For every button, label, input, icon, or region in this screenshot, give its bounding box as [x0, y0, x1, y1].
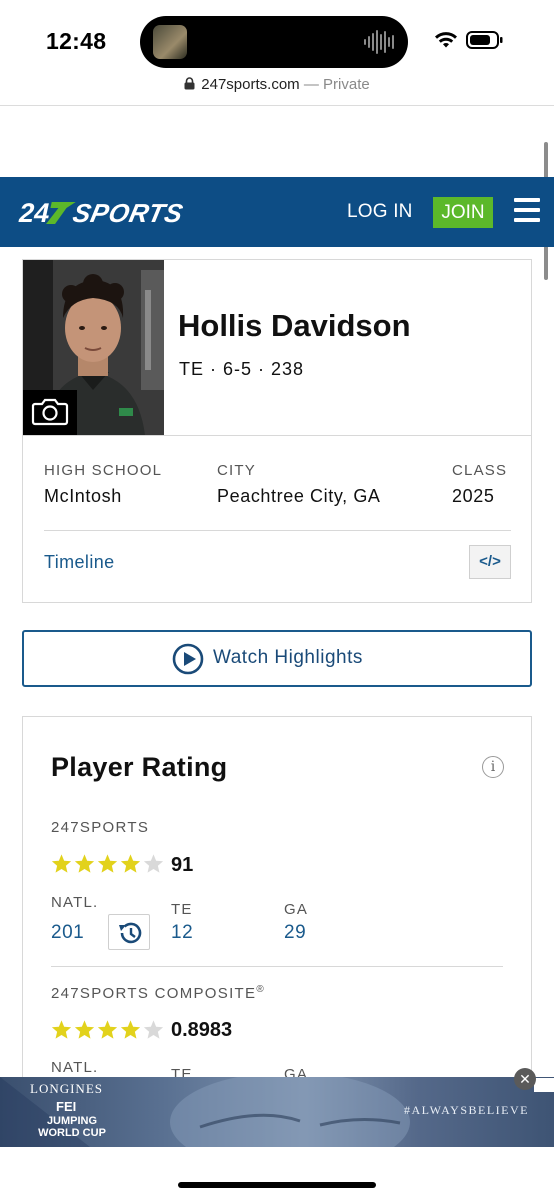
private-mode-label: Private: [323, 76, 370, 93]
svg-text:SPORTS: SPORTS: [70, 198, 186, 228]
national-rank-value[interactable]: 201: [51, 922, 84, 944]
info-icon[interactable]: i: [482, 756, 504, 778]
247sports-star-rating: [51, 853, 164, 875]
national-rank-label: NATL.: [51, 894, 99, 911]
embed-code-button[interactable]: </>: [469, 545, 511, 579]
registered-mark: ®: [256, 984, 265, 995]
divider: [51, 966, 503, 967]
star-filled-icon: [120, 1020, 141, 1039]
dynamic-island[interactable]: [140, 16, 408, 68]
high-school-label: HIGH SCHOOL: [44, 462, 163, 479]
rating-title: Player Rating: [51, 752, 228, 782]
player-photo[interactable]: [23, 260, 164, 435]
audio-waveform-icon: [364, 30, 394, 54]
ad-slogan: #ALWAYSBELIEVE: [404, 1103, 529, 1117]
star-empty-icon: [143, 854, 164, 873]
bottom-safe-area: [0, 1147, 554, 1200]
browser-url-bar[interactable]: 247sports.com — Private: [0, 70, 554, 106]
site-logo[interactable]: 24 SPORTS: [17, 196, 209, 228]
clock: 12:48: [46, 28, 107, 54]
ad-close-button[interactable]: ✕: [514, 1068, 536, 1090]
history-icon: [119, 922, 142, 944]
photo-gallery-button[interactable]: [23, 390, 77, 435]
composite-rating-value: 0.8983: [171, 1019, 233, 1041]
url-separator: —: [299, 76, 324, 93]
star-filled-icon: [74, 854, 95, 873]
watch-highlights-button[interactable]: Watch Highlights: [22, 630, 532, 687]
timeline-link[interactable]: Timeline: [44, 552, 115, 573]
state-rank-label: GA: [284, 901, 309, 918]
url-domain: 247sports.com: [201, 76, 300, 93]
watch-highlights-label: Watch Highlights: [213, 647, 363, 668]
position-rank-value[interactable]: 12: [171, 922, 193, 944]
composite-rating-label: 247SPORTS COMPOSITE®: [51, 984, 265, 1002]
ad-choices-icon[interactable]: [534, 1078, 554, 1092]
state-rank-value[interactable]: 29: [284, 922, 306, 944]
divider: [164, 435, 532, 436]
camera-icon: [31, 398, 69, 426]
status-bar: 12:48: [0, 0, 554, 70]
star-filled-icon: [51, 854, 72, 873]
divider: [44, 530, 511, 531]
composite-star-rating: [51, 1019, 164, 1041]
player-card: Hollis Davidson TE · 6-5 · 238 HIGH SCHO…: [22, 259, 532, 603]
now-playing-thumbnail: [153, 25, 187, 59]
high-school-value[interactable]: McIntosh: [44, 486, 122, 507]
star-filled-icon: [97, 854, 118, 873]
star-filled-icon: [51, 1020, 72, 1039]
ad-event: JUMPING WORLD CUP: [38, 1115, 106, 1139]
star-filled-icon: [97, 1020, 118, 1039]
player-name: Hollis Davidson: [178, 308, 411, 343]
star-filled-icon: [74, 1020, 95, 1039]
ad-fei: FEI: [56, 1099, 77, 1114]
join-button[interactable]: JOIN: [433, 197, 493, 228]
247sports-rating-value: 91: [171, 854, 194, 876]
player-rating-card: Player Rating i 247SPORTS 91 NATL. 201 T…: [22, 716, 532, 1136]
wifi-icon: [435, 32, 457, 48]
composite-label-text: 247SPORTS COMPOSITE: [51, 985, 257, 1002]
ad-banner[interactable]: LONGINES FEI JUMPING WORLD CUP #ALWAYSBE…: [0, 1077, 554, 1147]
hamburger-menu-icon[interactable]: [514, 198, 540, 224]
247sports-rating-label: 247SPORTS: [51, 819, 150, 836]
battery-icon: [466, 31, 503, 49]
class-value: 2025: [452, 486, 495, 506]
home-indicator[interactable]: [178, 1182, 376, 1188]
player-position-size: TE · 6-5 · 238: [179, 359, 305, 379]
city-label: CITY: [217, 462, 256, 479]
star-empty-icon: [143, 1020, 164, 1039]
position-rank-label: TE: [171, 901, 193, 918]
rank-history-button[interactable]: [108, 914, 150, 950]
city-value: Peachtree City, GA: [217, 486, 381, 506]
login-link[interactable]: LOG IN: [347, 201, 413, 223]
composite-national-rank-label: NATL.: [51, 1059, 99, 1076]
class-label: CLASS: [452, 462, 508, 479]
play-icon: [172, 643, 204, 675]
lock-icon: [184, 77, 195, 90]
divider: [23, 435, 164, 436]
ad-brand: LONGINES: [30, 1081, 103, 1096]
star-filled-icon: [120, 854, 141, 873]
